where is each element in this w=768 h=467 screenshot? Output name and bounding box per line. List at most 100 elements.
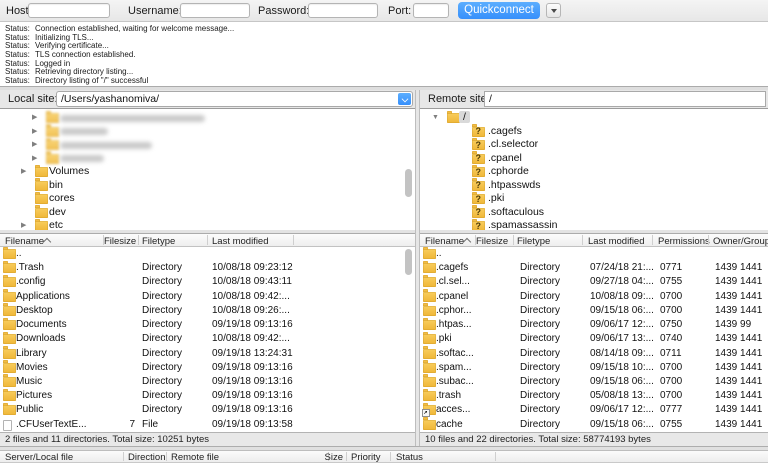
file-owner-group: 1439 1441 <box>715 304 762 318</box>
column-header-remote-file[interactable]: Remote file <box>171 452 219 463</box>
column-header-last-modified[interactable]: Last modified <box>588 236 645 247</box>
port-label: Port: <box>388 5 411 17</box>
file-row[interactable]: cacheDirectory09/15/18 06:...07551439 14… <box>420 418 768 432</box>
file-row[interactable]: MoviesDirectory09/19/18 09:13:16 <box>0 361 415 375</box>
file-row[interactable]: .cpanelDirectory10/08/18 09:...07001439 … <box>420 290 768 304</box>
column-header-filetype[interactable]: Filetype <box>142 236 175 247</box>
file-owner-group: 1439 1441 <box>715 261 762 275</box>
file-owner-group: 1439 1441 <box>715 418 762 432</box>
file-row[interactable]: DocumentsDirectory09/19/18 09:13:16 <box>0 318 415 332</box>
file-row[interactable]: .CFUserTextE...7File09/19/18 09:13:58 <box>0 418 415 432</box>
quickconnect-dropdown-icon[interactable] <box>546 3 561 18</box>
password-input[interactable] <box>308 3 378 18</box>
tree-item-redacted[interactable]: ▶ <box>0 125 415 139</box>
list-scrollbar-thumb[interactable] <box>405 249 412 275</box>
tree-item[interactable]: .pki <box>420 192 768 206</box>
tree-item-etc[interactable]: ▶etc <box>0 219 415 230</box>
quickconnect-button[interactable]: Quickconnect <box>458 2 540 19</box>
disclosure-right-icon[interactable]: ▶ <box>32 111 37 125</box>
tree-scrollbar-thumb[interactable] <box>405 169 412 197</box>
file-type: Directory <box>520 318 560 332</box>
log-type: Status: <box>5 77 35 86</box>
file-row[interactable]: acces...Directory09/06/17 12:...07771439… <box>420 403 768 417</box>
log-line: Status:Initializing TLS... <box>0 34 768 43</box>
username-input[interactable] <box>180 3 250 18</box>
tree-item-redacted[interactable]: ▶ <box>0 152 415 166</box>
file-row[interactable]: .softac...Directory08/14/18 09:...071114… <box>420 347 768 361</box>
chevron-down-icon[interactable] <box>398 93 411 105</box>
column-header-priority[interactable]: Priority <box>351 452 381 463</box>
file-row[interactable]: .cagefsDirectory07/24/18 21:...07711439 … <box>420 261 768 275</box>
tree-item[interactable]: .cpanel <box>420 152 768 166</box>
file-name: .softac... <box>436 347 474 361</box>
file-permissions: 0700 <box>660 375 682 389</box>
folder-icon <box>423 277 436 287</box>
tree-item-volumes[interactable]: ▶Volumes <box>0 165 415 179</box>
remote-status-bar: 10 files and 22 directories. Total size:… <box>420 432 768 446</box>
file-row[interactable]: .cl.sel...Directory09/27/18 04:...075514… <box>420 275 768 289</box>
file-name: .. <box>436 247 442 261</box>
tree-item[interactable]: .cagefs <box>420 125 768 139</box>
file-row[interactable]: .subac...Directory09/15/18 06:...0700143… <box>420 375 768 389</box>
disclosure-right-icon[interactable]: ▶ <box>32 125 37 139</box>
file-row[interactable]: .. <box>420 247 768 261</box>
disclosure-right-icon[interactable]: ▶ <box>21 165 26 179</box>
column-header-size[interactable]: Size <box>300 452 343 463</box>
tree-item[interactable]: .softaculous <box>420 206 768 220</box>
log-message: Verifying certificate... <box>35 41 109 50</box>
column-header-filesize[interactable]: Filesize <box>476 236 508 247</box>
remote-site-input[interactable]: / <box>484 91 766 107</box>
column-header-filesize[interactable]: Filesize <box>104 236 135 247</box>
disclosure-down-icon[interactable]: ▼ <box>432 111 439 125</box>
port-input[interactable] <box>413 3 449 18</box>
tree-item-bin[interactable]: bin <box>0 179 415 193</box>
disclosure-right-icon[interactable]: ▶ <box>21 219 26 230</box>
disclosure-right-icon[interactable]: ▶ <box>32 152 37 166</box>
tree-item-redacted[interactable]: ▶ <box>0 111 415 125</box>
column-header-status[interactable]: Status <box>396 452 423 463</box>
column-header-owner-group[interactable]: Owner/Group <box>713 236 768 247</box>
column-header-filetype[interactable]: Filetype <box>517 236 550 247</box>
file-row[interactable]: .trashDirectory05/08/18 13:...07001439 1… <box>420 389 768 403</box>
local-panel: Local site: /Users/yashanomiva/ ▶ ▶ ▶ ▶ … <box>0 90 415 446</box>
local-site-label: Local site: <box>8 93 58 105</box>
column-header-server-local-file[interactable]: Server/Local file <box>5 452 73 463</box>
file-row[interactable]: ApplicationsDirectory10/08/18 09:42:... <box>0 290 415 304</box>
file-row[interactable]: PublicDirectory09/19/18 09:13:16 <box>0 403 415 417</box>
tree-item-dev[interactable]: dev <box>0 206 415 220</box>
file-row[interactable]: .cphor...Directory09/15/18 06:...0700143… <box>420 304 768 318</box>
file-row[interactable]: .htpas...Directory09/06/17 12:...0750143… <box>420 318 768 332</box>
host-input[interactable] <box>28 3 110 18</box>
column-header-filename[interactable]: Filename <box>425 236 464 247</box>
folder-icon <box>3 334 16 344</box>
local-site-combobox[interactable]: /Users/yashanomiva/ <box>56 91 413 107</box>
column-header-filename[interactable]: Filename <box>5 236 44 247</box>
tree-item[interactable]: .htpasswds <box>420 179 768 193</box>
password-label: Password: <box>258 5 309 17</box>
file-row[interactable]: .spam...Directory09/15/18 10:...07001439… <box>420 361 768 375</box>
tree-item-redacted[interactable]: ▶ <box>0 138 415 152</box>
file-modified: 07/24/18 21:... <box>590 261 654 275</box>
file-row[interactable]: DownloadsDirectory10/08/18 09:42:... <box>0 332 415 346</box>
file-row[interactable]: MusicDirectory09/19/18 09:13:16 <box>0 375 415 389</box>
tree-item[interactable]: .spamassassin <box>420 219 768 230</box>
file-type: Directory <box>142 332 182 346</box>
tree-item[interactable]: .cphorde <box>420 165 768 179</box>
file-row[interactable]: .configDirectory10/08/18 09:43:11 <box>0 275 415 289</box>
tree-item-cores[interactable]: cores <box>0 192 415 206</box>
column-header-permissions[interactable]: Permissions <box>658 236 710 247</box>
file-row[interactable]: .. <box>0 247 415 261</box>
tree-item[interactable]: .cl.selector <box>420 138 768 152</box>
file-owner-group: 1439 1441 <box>715 361 762 375</box>
file-row[interactable]: LibraryDirectory09/19/18 13:24:31 <box>0 347 415 361</box>
file-row[interactable]: PicturesDirectory09/19/18 09:13:16 <box>0 389 415 403</box>
tree-item-root[interactable]: ▼/ <box>420 111 768 125</box>
column-header-last-modified[interactable]: Last modified <box>212 236 269 247</box>
file-row[interactable]: .TrashDirectory10/08/18 09:23:12 <box>0 261 415 275</box>
column-header-direction[interactable]: Direction <box>128 452 166 463</box>
disclosure-right-icon[interactable]: ▶ <box>32 138 37 152</box>
log-message: Initializing TLS... <box>35 33 94 42</box>
file-row[interactable]: .pkiDirectory09/06/17 13:...07401439 144… <box>420 332 768 346</box>
file-owner-group: 1439 1441 <box>715 375 762 389</box>
file-row[interactable]: DesktopDirectory10/08/18 09:26:... <box>0 304 415 318</box>
